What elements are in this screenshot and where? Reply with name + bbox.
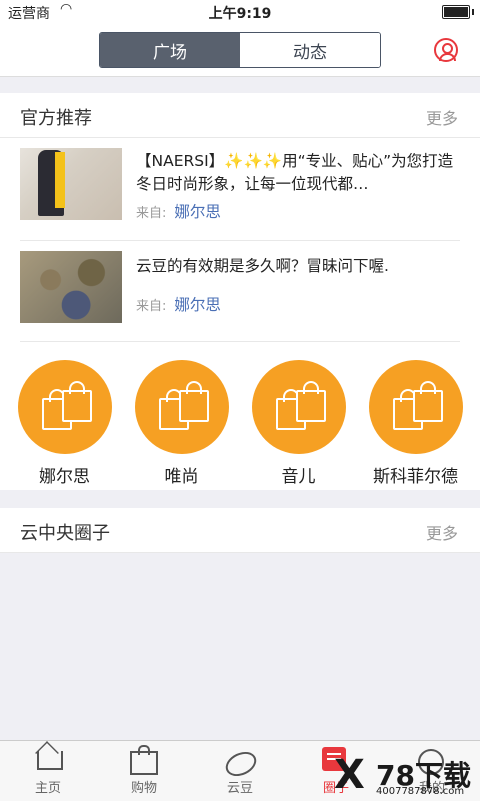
brand-name: 斯科菲尔德 xyxy=(373,467,458,487)
from-name[interactable]: 娜尔思 xyxy=(174,296,221,314)
bean-icon xyxy=(221,747,261,781)
tab-label: 云豆 xyxy=(226,781,253,796)
tab-bean[interactable]: 云豆 xyxy=(192,741,288,801)
brand-item[interactable]: 娜尔思 xyxy=(10,342,120,492)
shopping-bag-icon xyxy=(130,745,158,775)
watermark-logo-icon: X xyxy=(334,752,365,798)
circle-section: 云中央圈子 更多 xyxy=(0,508,480,553)
post-source: 来自: 娜尔思 xyxy=(136,200,221,222)
post-text: 云豆的有效期是多久啊？冒昧问下喔. xyxy=(136,257,389,275)
brand-name: 娜尔思 xyxy=(39,467,90,487)
battery-icon xyxy=(442,5,474,19)
more-link[interactable]: 更多 xyxy=(426,520,458,544)
recommend-item[interactable]: 云豆的有效期是多久啊？冒昧问下喔. 来自: 娜尔思 xyxy=(20,241,460,342)
clock: 上午9:19 xyxy=(208,6,272,22)
from-name[interactable]: 娜尔思 xyxy=(174,203,221,221)
shopping-bag-icon xyxy=(251,360,346,454)
circle-header: 云中央圈子 更多 xyxy=(0,508,480,553)
user-profile-icon[interactable] xyxy=(434,38,458,62)
watermark-url: 4007787878.com xyxy=(376,786,465,797)
from-label: 来自: xyxy=(136,206,167,221)
recommend-header: 官方推荐 更多 xyxy=(0,93,480,138)
brand-name: 唯尚 xyxy=(164,467,199,487)
tab-square[interactable]: 广场 xyxy=(100,33,240,67)
post-thumbnail xyxy=(20,148,122,220)
shopping-bag-icon xyxy=(368,360,463,454)
nav-bar: 广场 动态 xyxy=(0,24,480,77)
tab-label: 购物 xyxy=(130,781,157,796)
segmented-control: 广场 动态 xyxy=(99,32,381,68)
recommend-item[interactable]: 【NAERSI】✨✨✨用“专业、贴心”为您打造冬日时尚形象，让每一位现代都… 来… xyxy=(20,138,460,241)
tab-dynamics[interactable]: 动态 xyxy=(240,33,380,67)
more-link[interactable]: 更多 xyxy=(426,105,458,129)
brand-name: 音儿 xyxy=(281,467,316,487)
shopping-bag-icon xyxy=(17,360,112,454)
recommend-section: 官方推荐 更多 【NAERSI】✨✨✨用“专业、贴心”为您打造冬日时尚形象，让每… xyxy=(0,93,480,490)
home-icon xyxy=(37,751,63,770)
brand-list: 娜尔思 唯尚 音儿 斯科菲尔德 xyxy=(0,342,480,492)
shopping-bag-icon xyxy=(134,360,229,454)
watermark: X 78下载 4007787878.com xyxy=(334,752,474,798)
section-title: 官方推荐 xyxy=(20,108,92,129)
brand-item[interactable]: 唯尚 xyxy=(127,342,237,492)
post-source: 来自: 娜尔思 xyxy=(136,293,221,315)
from-label: 来自: xyxy=(136,299,167,314)
brand-item[interactable]: 音儿 xyxy=(244,342,354,492)
tab-home[interactable]: 主页 xyxy=(0,741,96,801)
post-text: 【NAERSI】✨✨✨用“专业、贴心”为您打造冬日时尚形象，让每一位现代都… xyxy=(136,152,454,193)
post-thumbnail xyxy=(20,251,122,323)
status-bar: 运营商 ◠ 上午9:19 xyxy=(0,0,480,24)
section-title: 云中央圈子 xyxy=(20,523,110,544)
tab-shop[interactable]: 购物 xyxy=(96,741,192,801)
tab-label: 主页 xyxy=(34,781,61,796)
brand-item[interactable]: 斯科菲尔德 xyxy=(361,342,471,492)
